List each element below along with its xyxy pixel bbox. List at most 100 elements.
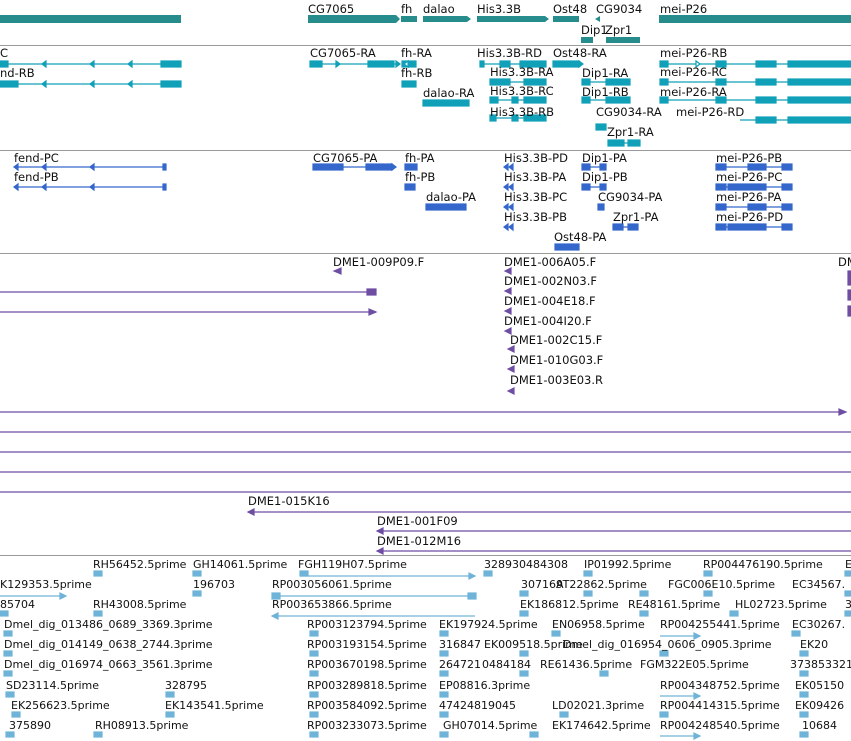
clone-label-012M16[interactable]: DME1-012M16 [377,535,461,548]
est-label[interactable]: 373853321 [790,658,851,671]
est-label[interactable]: RP003289818.5prime [307,679,427,692]
est-label[interactable]: Dmel_dig_013486_0689_3369.3prime [4,618,213,631]
gene-label-dalao[interactable]: dalao [423,3,455,16]
est-label[interactable]: RP004255441.5prime [660,618,780,631]
est-label[interactable]: 328930484308 [484,558,568,571]
protein-label-His3.3B-PB[interactable]: His3.3B-PB [504,211,567,224]
est-label[interactable]: RP003123794.5prime [307,618,427,631]
gene-CG7065-bar[interactable] [308,15,396,23]
gene-label-mei-P26[interactable]: mei-P26 [660,3,707,16]
transcript-label-Zpr1-RA[interactable]: Zpr1-RA [607,126,654,139]
est-label[interactable]: EK143541.5prime [165,699,264,712]
est-label[interactable]: RP003653866.5prime [272,598,392,611]
est-label[interactable]: 328795 [165,679,207,692]
gene-Zpr1-bar[interactable] [606,37,640,43]
est-label[interactable]: EK197924.5prime [439,618,538,631]
est-label[interactable]: 0484184 [482,658,531,671]
transcript-label-mei-P26-RD[interactable]: mei-P26-RD [676,106,744,119]
transcript-label-Dip1-RA[interactable]: Dip1-RA [582,67,628,80]
est-label[interactable]: FGH119H07.5prime [298,558,407,571]
est-label[interactable]: E [845,558,851,571]
protein-label-CG7065-PA[interactable]: CG7065-PA [313,152,377,165]
probe-label-003E03[interactable]: DME1-003E03.R [510,374,603,387]
est-label[interactable]: EK256623.5prime [11,699,110,712]
gene-label-CG9034[interactable]: CG9034 [596,3,642,16]
transcript-label-fh-RB[interactable]: fh-RB [401,67,432,80]
transcript-label-His3.3B-RC[interactable]: His3.3B-RC [490,85,554,98]
clone-label-015K16[interactable]: DME1-015K16 [248,495,330,508]
est-label[interactable]: 316847 [439,638,481,651]
protein-label-fh-PA[interactable]: fh-PA [405,152,435,165]
probe-label-006A05[interactable]: DME1-006A05.F [504,256,596,269]
est-label[interactable]: K129353.5prime [0,578,92,591]
probe-label-002N03[interactable]: DME1-002N03.F [504,275,597,288]
probe-label-004E18[interactable]: DME1-004E18.F [504,295,596,308]
est-label[interactable]: EK09426 [795,699,844,712]
est-label[interactable]: 375890 [9,719,51,732]
est-label[interactable]: AT22862.5prime [556,578,647,591]
protein-label-Zpr1-PA[interactable]: Zpr1-PA [613,211,658,224]
est-label[interactable]: RH08913.5prime [95,719,188,732]
est-label[interactable]: 47424819045 [439,699,516,712]
est-label[interactable]: 10684 [802,719,837,732]
gene-label-His3.3B[interactable]: His3.3B [477,3,521,16]
est-label[interactable]: RE48161.5prime [628,598,720,611]
gene-His3.3B-bar[interactable] [477,16,545,22]
est-label[interactable]: EK20 [800,638,828,651]
protein-label-mei-P26-PD[interactable]: mei-P26-PD [716,211,783,224]
transcript-label-fh-RA[interactable]: fh-RA [401,47,432,60]
est-label[interactable]: RP003056061.5prime [272,578,392,591]
transcript-label-dalao-RA[interactable]: dalao-RA [423,87,474,100]
genome-browser-view[interactable]: CG7065 fh dalao His3.3B Ost48 CG9034 mei… [0,0,851,741]
est-label[interactable]: 85704 [0,598,35,611]
gene-label-Ost48[interactable]: Ost48 [553,3,587,16]
est-label[interactable]: RH43008.5prime [93,598,186,611]
gene-label-fh[interactable]: fh [401,3,412,16]
transcript-label-CG7065-RA[interactable]: CG7065-RA [310,47,376,60]
transcript-label-His3.3B-RD[interactable]: His3.3B-RD [477,47,542,60]
est-label[interactable]: 196703 [193,578,235,591]
transcript-label-His3.3B-RA[interactable]: His3.3B-RA [490,66,554,79]
transcript-label-mei-P26-RB[interactable]: mei-P26-RB [660,47,727,60]
est-label[interactable]: RP004348752.5prime [660,679,780,692]
protein-label-mei-P26-PB[interactable]: mei-P26-PB [716,152,782,165]
est-label[interactable]: FGC006E10.5prime [668,578,775,591]
est-label[interactable]: EK05150 [795,679,844,692]
transcript-label-Dip1-RB[interactable]: Dip1-RB [582,86,629,99]
est-label[interactable]: EK174642.5prime [552,719,651,732]
est-label[interactable]: RP004414315.5prime [660,699,780,712]
protein-label-Ost48-PA[interactable]: Ost48-PA [554,231,606,244]
protein-label-fend-PB[interactable]: fend-PB [14,171,59,184]
protein-label-CG9034-PA[interactable]: CG9034-PA [598,191,662,204]
est-label[interactable]: Dmel_dig_014149_0638_2744.3prime [4,638,213,651]
est-label[interactable]: EN06958.5prime [552,618,645,631]
probe-label-002C15[interactable]: DME1-002C15.F [510,334,602,347]
est-label[interactable]: IP01992.5prime [584,558,671,571]
est-label[interactable]: 3 [845,598,851,611]
est-label[interactable]: HL02723.5prime [735,598,827,611]
est-label[interactable]: RP004248540.5prime [660,719,780,732]
transcript-label-Ost48-RA[interactable]: Ost48-RA [553,47,607,60]
est-label[interactable]: RE61436.5prime [540,658,632,671]
gene-Dip1-bar[interactable] [581,37,593,43]
est-label[interactable]: EP08816.3prime [439,679,530,692]
est-label[interactable]: EC34567. [792,578,845,591]
protein-label-mei-P26-PA[interactable]: mei-P26-PA [716,191,781,204]
gene-dalao-bar[interactable] [423,16,467,22]
est-label[interactable]: 264721 [439,658,481,671]
est-label[interactable]: RH56452.5prime [93,558,186,571]
gene-fend-bar[interactable] [0,15,181,23]
transcript-label-fend-RB[interactable]: nd-RB [0,67,35,80]
est-label[interactable]: FGM322E05.5prime [640,658,749,671]
gene-mei-P26-bar[interactable] [659,15,851,23]
protein-label-fh-PB[interactable]: fh-PB [405,171,435,184]
probe-label-010G03[interactable]: DME1-010G03.F [510,354,603,367]
transcript-label-CG9034-RA[interactable]: CG9034-RA [596,106,662,119]
est-label[interactable]: RP004476190.5prime [703,558,823,571]
transcript-label-mei-P26-RC[interactable]: mei-P26-RC [660,66,727,79]
protein-label-fend-PC[interactable]: fend-PC [14,152,59,165]
est-label[interactable]: Dmel_dig_016974_0663_3561.3prime [4,658,213,671]
protein-label-His3.3B-PD[interactable]: His3.3B-PD [504,152,568,165]
est-label[interactable]: RP003670198.5prime [307,658,427,671]
est-label[interactable]: EK186812.5prime [520,598,619,611]
